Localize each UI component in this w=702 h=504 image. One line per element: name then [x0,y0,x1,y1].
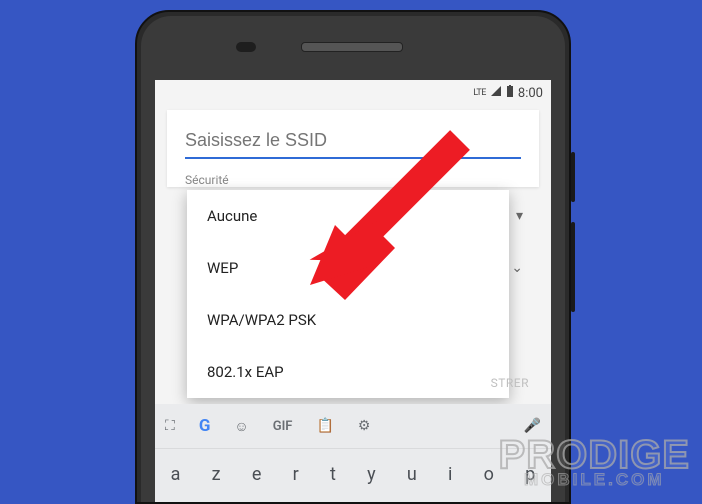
google-logo-icon[interactable]: G [199,416,211,436]
key-e[interactable]: e [252,464,262,485]
option-label: WPA/WPA2 PSK [207,311,316,329]
mic-icon[interactable]: 🎤 [524,418,541,434]
settings-icon[interactable]: ⚙ [358,418,371,434]
expand-icon[interactable]: ⛶ [165,418,175,434]
caret-down-icon: ▾ [516,208,523,224]
soft-keyboard[interactable]: ⛶ G ☺ GIF 📋 ⚙ 🎤 a z e r t y u i [155,404,551,502]
volume-button [571,222,575,312]
power-button [571,152,575,202]
key-o[interactable]: o [484,464,494,485]
key-u[interactable]: u [407,464,417,485]
signal-icon [490,85,502,101]
watermark: PRODIGE MOBILE.COM [499,433,690,490]
key-r[interactable]: r [293,464,299,485]
key-z[interactable]: z [212,464,221,485]
key-t[interactable]: t [330,464,336,485]
security-option-wpa[interactable]: WPA/WPA2 PSK [187,294,509,346]
keyboard-row-1: a z e r t y u i o p [155,449,551,499]
earpiece-speaker [301,42,403,52]
screen: LTE 8:00 Sécurité Aucune ▾ WEP [155,80,551,502]
option-label: Aucune [207,207,257,225]
watermark-line2: MOBILE.COM [499,470,690,490]
option-label: 802.1x EAP [207,363,284,381]
sticker-icon[interactable]: ☺ [234,418,248,435]
phone-bezel: LTE 8:00 Sécurité Aucune ▾ WEP [141,16,565,502]
security-option-wep[interactable]: WEP ⌄ [187,242,509,294]
gif-button[interactable]: GIF [273,419,293,434]
ssid-input[interactable] [185,124,521,159]
security-option-eap[interactable]: 802.1x EAP [187,346,509,398]
phone-frame: LTE 8:00 Sécurité Aucune ▾ WEP [135,10,571,504]
option-label: WEP [207,259,238,277]
security-option-none[interactable]: Aucune ▾ [187,190,509,242]
status-bar: LTE 8:00 [155,80,551,104]
clock: 8:00 [518,86,543,101]
security-dropdown[interactable]: Aucune ▾ WEP ⌄ WPA/WPA2 PSK 802.1x EAP [187,190,509,398]
battery-icon [506,85,514,102]
key-i[interactable]: i [448,464,452,485]
key-a[interactable]: a [171,464,181,485]
clipboard-icon[interactable]: 📋 [316,418,333,434]
key-y[interactable]: y [367,464,376,485]
signal-indicator: LTE [473,88,486,98]
front-camera [236,42,256,52]
chevron-down-icon: ⌄ [511,260,523,276]
security-label: Sécurité [185,173,521,187]
save-button[interactable]: STRER [491,376,529,390]
keyboard-toolbar: ⛶ G ☺ GIF 📋 ⚙ 🎤 [155,404,551,449]
wifi-add-network-dialog: Sécurité [167,110,539,187]
